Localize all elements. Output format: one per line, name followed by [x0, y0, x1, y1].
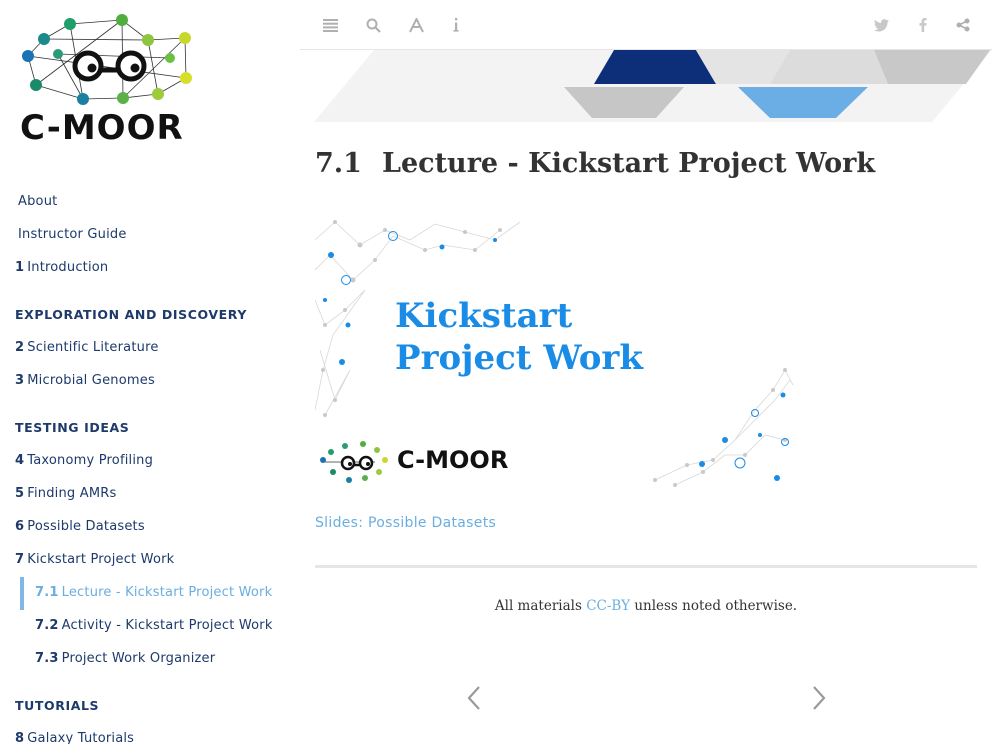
sidebar-heading-testing-ideas: TESTING IDEAS [15, 420, 130, 435]
license-prefix: All materials [494, 598, 582, 614]
sidebar-item-introduction[interactable]: 1 Introduction [15, 260, 108, 275]
sidebar-item-project-work-organizer[interactable]: 7.3 Project Work Organizer [35, 651, 215, 666]
next-arrow-icon[interactable] [810, 684, 828, 712]
sidebar-item-label: Galaxy Tutorials [27, 731, 135, 744]
facebook-icon[interactable] [913, 15, 933, 35]
top-toolbar [300, 0, 992, 50]
sidebar-item-finding-amrs[interactable]: 5 Finding AMRs [15, 486, 116, 501]
sidebar-item-activity-kickstart[interactable]: 7.2 Activity - Kickstart Project Work [35, 618, 273, 633]
chapter-number: 2 [15, 340, 25, 355]
chapter-number: 8 [15, 731, 25, 744]
sidebar-item-label: Project Work Organizer [61, 651, 216, 666]
sidebar-item-lecture-kickstart[interactable]: 7.1 Lecture - Kickstart Project Work [35, 585, 272, 600]
page-title-text: Lecture - Kickstart Project Work [381, 148, 876, 179]
chapter-number: 6 [15, 519, 25, 534]
share-icon[interactable] [953, 15, 973, 35]
sidebar-item-label: Microbial Genomes [27, 373, 155, 388]
slides-link[interactable]: Slides: Possible Datasets [315, 515, 496, 531]
chapter-number: 1 [15, 260, 25, 275]
sidebar-item-kickstart-project-work[interactable]: 7 Kickstart Project Work [15, 552, 174, 567]
sidebar-item-label: Activity - Kickstart Project Work [61, 618, 273, 633]
cc-by-link[interactable]: CC-BY [586, 598, 630, 614]
info-icon[interactable] [446, 15, 466, 35]
sidebar-heading-exploration: EXPLORATION AND DISCOVERY [15, 307, 247, 322]
sidebar-item-label: Scientific Literature [27, 340, 159, 355]
sidebar-item-label: Lecture - Kickstart Project Work [61, 585, 273, 600]
chapter-number: 7 [15, 552, 25, 567]
divider [315, 565, 977, 568]
prev-arrow-icon[interactable] [465, 684, 483, 712]
slide-logo-text: C-MOOR [397, 446, 509, 474]
section-number: 7.1 [315, 148, 362, 179]
sidebar: C-MOOR About Instructor Guide 1 Introduct… [0, 0, 300, 744]
sidebar-item-scientific-literature[interactable]: 2 Scientific Literature [15, 340, 159, 355]
section-number: 7.2 [35, 618, 59, 633]
sidebar-item-label: About [18, 194, 58, 209]
section-number: 7.1 [35, 585, 59, 600]
sidebar-item-instructor-guide[interactable]: Instructor Guide [15, 227, 127, 242]
section-number: 7.3 [35, 651, 59, 666]
sidebar-heading-tutorials: TUTORIALS [15, 698, 100, 713]
twitter-icon[interactable] [871, 15, 891, 35]
list-icon[interactable] [320, 15, 340, 35]
sidebar-item-label: Taxonomy Profiling [27, 453, 154, 468]
sidebar-item-label: Instructor Guide [18, 227, 127, 242]
sidebar-item-label: Kickstart Project Work [27, 552, 175, 567]
page-title: 7.1 Lecture - Kickstart Project Work [315, 148, 875, 179]
active-item-indicator [20, 577, 24, 610]
sidebar-item-about[interactable]: About [15, 194, 57, 209]
sidebar-item-taxonomy-profiling[interactable]: 4 Taxonomy Profiling [15, 453, 153, 468]
chapter-number: 4 [15, 453, 25, 468]
license-suffix: unless noted otherwise. [634, 598, 798, 614]
slide-title: Kickstart Project Work [395, 296, 643, 378]
font-icon[interactable] [406, 15, 426, 35]
sidebar-item-label: Finding AMRs [27, 486, 117, 501]
logo-text: C-MOOR [20, 108, 184, 148]
header-banner [314, 50, 992, 122]
license-note: All materials CC-BY unless noted otherwi… [315, 598, 977, 614]
sidebar-item-possible-datasets[interactable]: 6 Possible Datasets [15, 519, 145, 534]
sidebar-item-microbial-genomes[interactable]: 3 Microbial Genomes [15, 373, 155, 388]
sidebar-item-label: Possible Datasets [27, 519, 145, 534]
lecture-slide-image: Kickstart Project Work C-MOOR [315, 210, 795, 490]
search-icon[interactable] [363, 15, 383, 35]
chapter-number: 5 [15, 486, 25, 501]
sidebar-item-label: Introduction [27, 260, 109, 275]
chapter-number: 3 [15, 373, 25, 388]
sidebar-item-galaxy-tutorials[interactable]: 8 Galaxy Tutorials [15, 731, 134, 744]
